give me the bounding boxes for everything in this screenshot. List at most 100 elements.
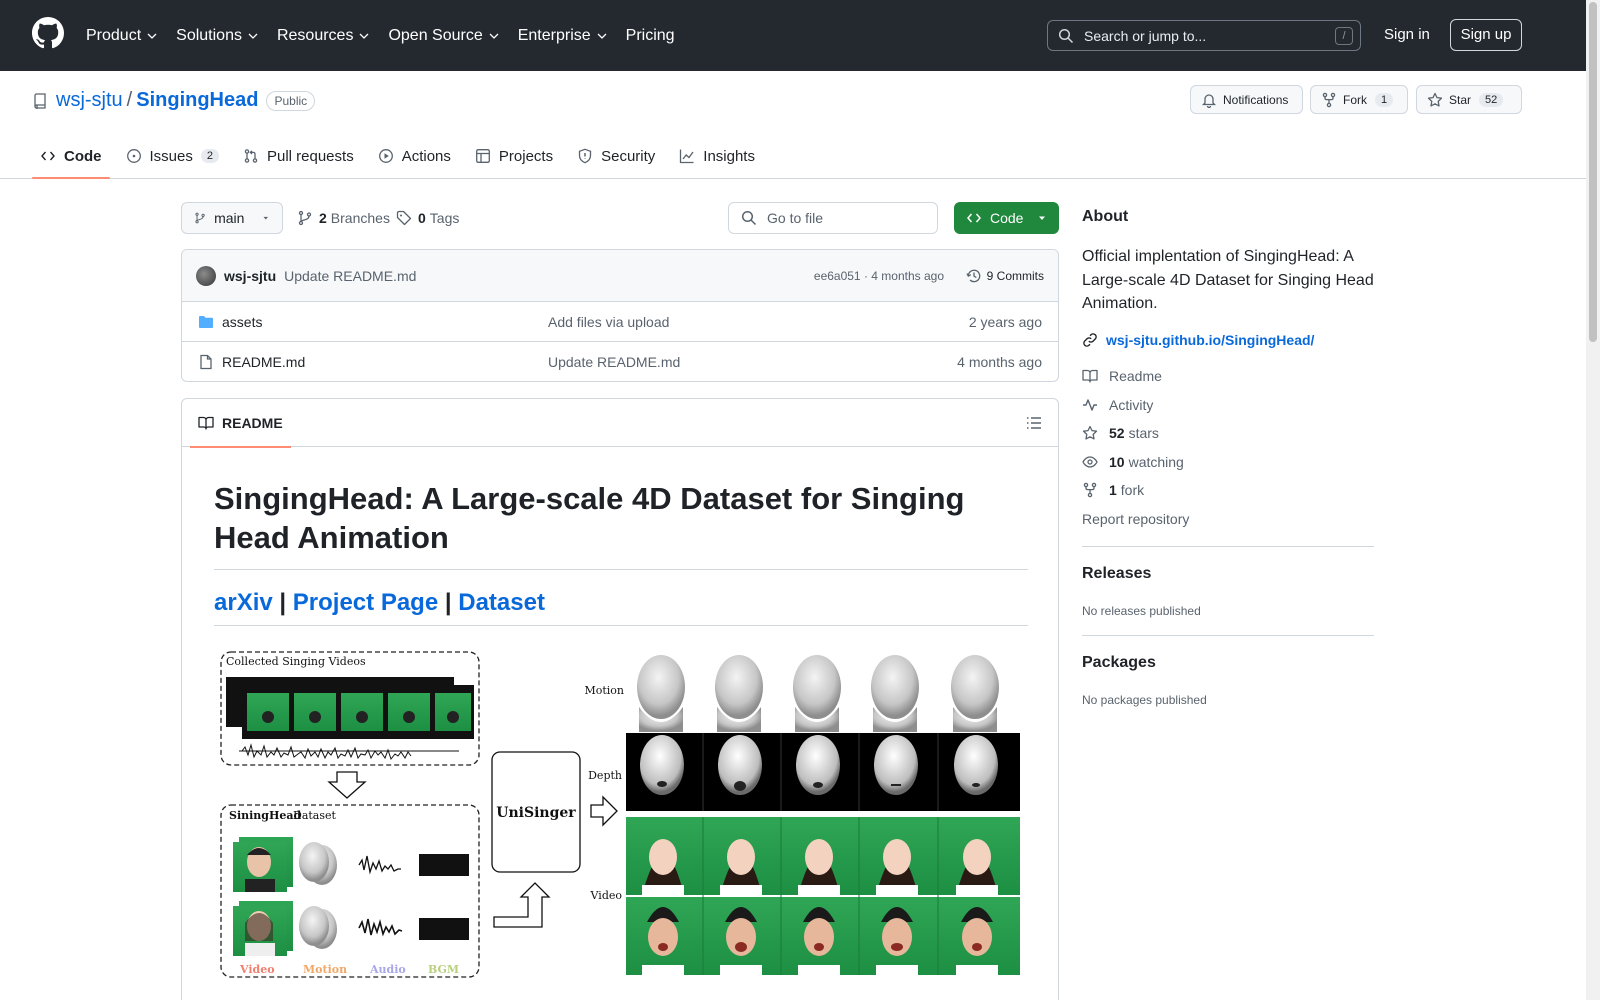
global-header: Product Solutions Resources Open Source …	[0, 0, 1586, 71]
tab-projects[interactable]: Projects	[467, 133, 561, 179]
nav-solutions[interactable]: Solutions	[176, 27, 259, 45]
file-commit-message[interactable]: Update README.md	[548, 354, 680, 370]
readme-link-label: Readme	[1109, 368, 1162, 384]
file-name-link[interactable]: assets	[222, 314, 262, 330]
code-button-label: Code	[990, 210, 1024, 226]
repo-header: wsj-sjtu / SingingHead Public Notificati…	[0, 71, 1586, 179]
legend-video: Video	[239, 963, 275, 976]
star-count: 52	[1479, 92, 1504, 107]
search-placeholder: Search or jump to...	[1084, 27, 1207, 44]
branch-icon	[298, 210, 312, 226]
bell-icon	[1201, 93, 1217, 108]
tab-code[interactable]: Code	[32, 133, 110, 179]
collected-videos-label: Collected Singing Videos	[226, 655, 366, 668]
nav-product[interactable]: Product	[86, 27, 158, 45]
caret-down-icon	[263, 216, 269, 220]
readme-panel: README SingingHead: A Large-scale 4D Dat…	[181, 398, 1059, 1000]
code-icon	[967, 213, 981, 223]
nav-open-source[interactable]: Open Source	[388, 27, 499, 45]
tab-pull-requests[interactable]: Pull requests	[235, 133, 362, 179]
activity-link[interactable]: Activity	[1082, 397, 1153, 413]
global-nav: Product Solutions Resources Open Source …	[86, 0, 693, 71]
packages-heading[interactable]: Packages	[1082, 654, 1156, 672]
motion-heads	[637, 655, 999, 732]
readme-link[interactable]: Readme	[1082, 368, 1162, 384]
tab-insights[interactable]: Insights	[671, 133, 763, 179]
nav-label: Solutions	[176, 26, 242, 44]
tab-security[interactable]: Security	[569, 133, 663, 179]
issues-count: 2	[200, 149, 219, 163]
forks-link[interactable]: 1 fork	[1082, 482, 1144, 498]
file-row-readme[interactable]: README.md Update README.md 4 months ago	[182, 342, 1058, 381]
link-icon	[1083, 333, 1097, 347]
commit-author-link[interactable]: wsj-sjtu	[224, 268, 276, 284]
branches-count: 2	[319, 210, 327, 226]
github-logo-icon[interactable]	[32, 17, 64, 49]
stars-link[interactable]: 52 stars	[1082, 425, 1159, 441]
sign-up-button[interactable]: Sign up	[1450, 19, 1522, 51]
branches-link[interactable]: 2 Branches	[297, 202, 390, 234]
nav-resources[interactable]: Resources	[277, 27, 370, 45]
readme-figure: Collected Singing Videos SiningHead Data…	[214, 647, 1024, 987]
row-label-video: Video	[590, 889, 623, 902]
scrollbar-thumb[interactable]	[1589, 2, 1597, 342]
book-icon	[1082, 369, 1098, 383]
repo-title: wsj-sjtu / SingingHead Public	[32, 89, 316, 112]
latest-commit-row: wsj-sjtu Update README.md ee6a051 · 4 mo…	[182, 250, 1058, 302]
code-download-button[interactable]: Code	[954, 202, 1059, 234]
avatar[interactable]	[196, 265, 216, 286]
about-heading: About	[1082, 208, 1129, 225]
search-input[interactable]: Search or jump to... /	[1047, 20, 1361, 51]
dataset-label-bold: SiningHead	[229, 809, 302, 822]
readme-title: SingingHead: A Large-scale 4D Dataset fo…	[214, 479, 1028, 570]
tab-issues[interactable]: Issues 2	[118, 133, 227, 179]
watching-link[interactable]: 10 watching	[1082, 454, 1184, 470]
file-commit-message[interactable]: Add files via upload	[548, 314, 669, 330]
sign-in-link[interactable]: Sign in	[1384, 26, 1430, 43]
go-to-file-input[interactable]: Go to file	[728, 202, 938, 234]
commit-hash-time[interactable]: ee6a051 · 4 months ago	[814, 269, 944, 283]
nav-enterprise[interactable]: Enterprise	[518, 27, 608, 45]
report-repository-link[interactable]: Report repository	[1082, 511, 1189, 527]
releases-heading[interactable]: Releases	[1082, 565, 1151, 583]
repo-owner-link[interactable]: wsj-sjtu	[56, 89, 123, 112]
website-link[interactable]: wsj-sjtu.github.io/SingingHead/	[1082, 332, 1314, 348]
list-outline-icon[interactable]	[1026, 415, 1042, 431]
pull-request-icon	[244, 149, 258, 163]
tab-label: Actions	[401, 147, 451, 165]
tags-link[interactable]: 0 Tags	[396, 202, 459, 234]
table-icon	[475, 149, 490, 163]
arrow-right-icon	[590, 795, 618, 827]
link-separator: |	[444, 589, 452, 616]
page-scrollbar[interactable]	[1586, 0, 1600, 1000]
dataset-link[interactable]: Dataset	[458, 589, 545, 616]
file-row-assets[interactable]: assets Add files via upload 2 years ago	[182, 302, 1058, 342]
activity-label: Activity	[1109, 397, 1154, 413]
star-button[interactable]: Star 52	[1416, 85, 1522, 114]
notifications-button[interactable]: Notifications	[1190, 85, 1303, 114]
project-page-link[interactable]: Project Page	[293, 589, 438, 616]
fork-button[interactable]: Fork 1	[1310, 85, 1408, 114]
link-separator: |	[279, 589, 287, 616]
chevron-down-icon	[489, 33, 499, 39]
repo-path-separator: /	[126, 89, 133, 111]
readme-header: README	[182, 399, 1058, 448]
visibility-badge: Public	[266, 90, 316, 111]
tab-label: Projects	[498, 147, 554, 165]
arrow-up-icon	[493, 882, 551, 928]
fork-count: 1	[1375, 92, 1394, 107]
code-icon	[41, 151, 55, 161]
branch-select-button[interactable]: main	[181, 202, 283, 234]
nav-pricing[interactable]: Pricing	[626, 27, 675, 45]
watching-label: watching	[1128, 454, 1184, 470]
file-name-link[interactable]: README.md	[222, 354, 305, 370]
arxiv-link[interactable]: arXiv	[214, 589, 273, 616]
readme-tab[interactable]: README	[190, 399, 291, 448]
tab-actions[interactable]: Actions	[370, 133, 459, 179]
commit-message-link[interactable]: Update README.md	[284, 268, 416, 284]
search-shortcut-key: /	[1335, 27, 1353, 45]
tab-label: Insights	[703, 147, 755, 165]
commits-link[interactable]: 9 Commits	[966, 268, 1044, 284]
repo-name-link[interactable]: SingingHead	[136, 89, 258, 112]
stars-label: stars	[1128, 425, 1159, 441]
